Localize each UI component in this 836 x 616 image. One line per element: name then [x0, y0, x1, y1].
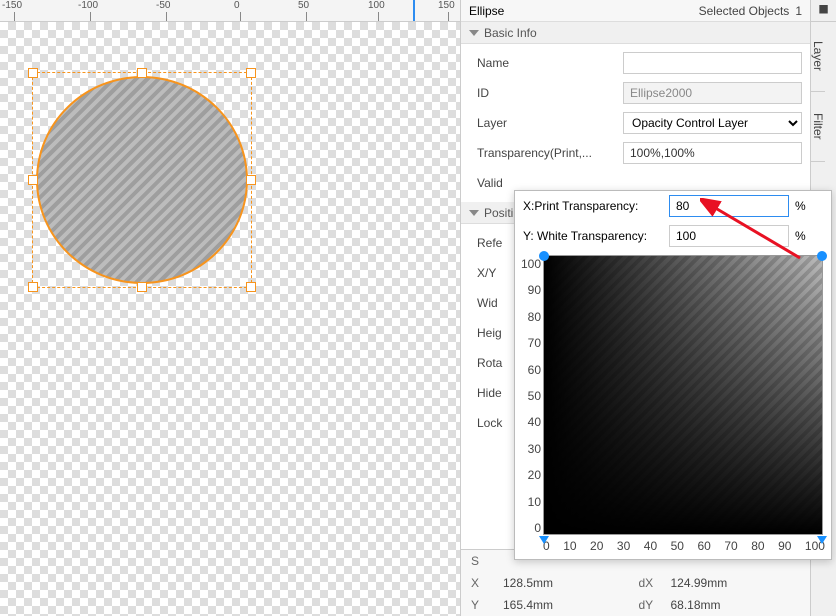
ruler-cursor-indicator	[413, 0, 415, 21]
chevron-down-icon	[469, 210, 479, 216]
section-basic-info[interactable]: Basic Info	[461, 22, 810, 44]
status-dx-label: dX	[639, 576, 661, 590]
status-dy-label: dY	[639, 598, 661, 612]
status-s-label: S	[471, 554, 493, 568]
ruler-tick-label: -100	[78, 0, 98, 11]
tab-filter[interactable]: Filter	[811, 92, 825, 162]
selected-objects-count: 1	[795, 4, 802, 18]
transparency-gradient-picker[interactable]	[543, 255, 823, 535]
ruler-tick-label: -50	[156, 0, 170, 11]
percent-label: %	[795, 229, 811, 243]
resize-handle-bl[interactable]	[28, 282, 38, 292]
status-x-label: X	[471, 576, 493, 590]
gradient-y-axis: 1009080 706050 403020 100	[521, 255, 543, 553]
canvas[interactable]	[0, 22, 460, 616]
ruler-tick-label: -150	[2, 0, 22, 11]
resize-handle-br[interactable]	[246, 282, 256, 292]
layer-select[interactable]: Opacity Control Layer	[623, 112, 802, 134]
ruler-tick-label: 150	[438, 0, 455, 11]
print-transparency-label: X:Print Transparency:	[523, 199, 663, 213]
selected-objects-label: Selected Objects	[699, 4, 790, 18]
ruler-tick-label: 0	[234, 0, 240, 11]
resize-handle-tl[interactable]	[28, 68, 38, 78]
gradient-marker-bl[interactable]	[539, 536, 549, 544]
resize-handle-tr[interactable]	[246, 68, 256, 78]
gradient-marker-tl[interactable]	[539, 251, 549, 261]
canvas-area: -150 -100 -50 0 50 100 150	[0, 0, 460, 616]
gradient-x-axis: 01020 304050 607080 90100	[543, 535, 825, 553]
pin-icon[interactable]: ⯀	[811, 0, 836, 22]
gradient-marker-br[interactable]	[817, 536, 827, 544]
gradient-marker-tr[interactable]	[817, 251, 827, 261]
section-title: Positi	[484, 206, 513, 220]
resize-handle-ml[interactable]	[28, 175, 38, 185]
ruler-tick-label: 50	[298, 0, 309, 11]
layer-label: Layer	[469, 116, 617, 130]
resize-handle-tm[interactable]	[137, 68, 147, 78]
status-y-label: Y	[471, 598, 493, 612]
selection-bounds[interactable]	[32, 72, 252, 288]
white-transparency-input[interactable]	[669, 225, 789, 247]
object-type-label: Ellipse	[469, 4, 504, 18]
name-label: Name	[469, 56, 617, 70]
status-dy-value: 68.18mm	[671, 598, 721, 612]
transparency-popup: X:Print Transparency: % Y: White Transpa…	[514, 190, 832, 560]
resize-handle-mr[interactable]	[246, 175, 256, 185]
valid-label: Valid	[469, 176, 617, 190]
tab-layer[interactable]: Layer	[811, 22, 825, 92]
transparency-label: Transparency(Print,...	[469, 146, 617, 160]
white-transparency-label: Y: White Transparency:	[523, 229, 663, 243]
panel-header: Ellipse Selected Objects 1	[461, 0, 810, 22]
ruler-tick-label: 100	[368, 0, 385, 11]
name-input[interactable]	[623, 52, 802, 74]
ruler-horizontal: -150 -100 -50 0 50 100 150	[0, 0, 460, 22]
transparency-input[interactable]	[623, 142, 802, 164]
resize-handle-bm[interactable]	[137, 282, 147, 292]
print-transparency-input[interactable]	[669, 195, 789, 217]
status-y-value: 165.4mm	[503, 598, 553, 612]
chevron-down-icon	[469, 30, 479, 36]
id-input	[623, 82, 802, 104]
status-dx-value: 124.99mm	[671, 576, 728, 590]
status-x-value: 128.5mm	[503, 576, 553, 590]
id-label: ID	[469, 86, 617, 100]
percent-label: %	[795, 199, 811, 213]
section-title: Basic Info	[484, 26, 537, 40]
